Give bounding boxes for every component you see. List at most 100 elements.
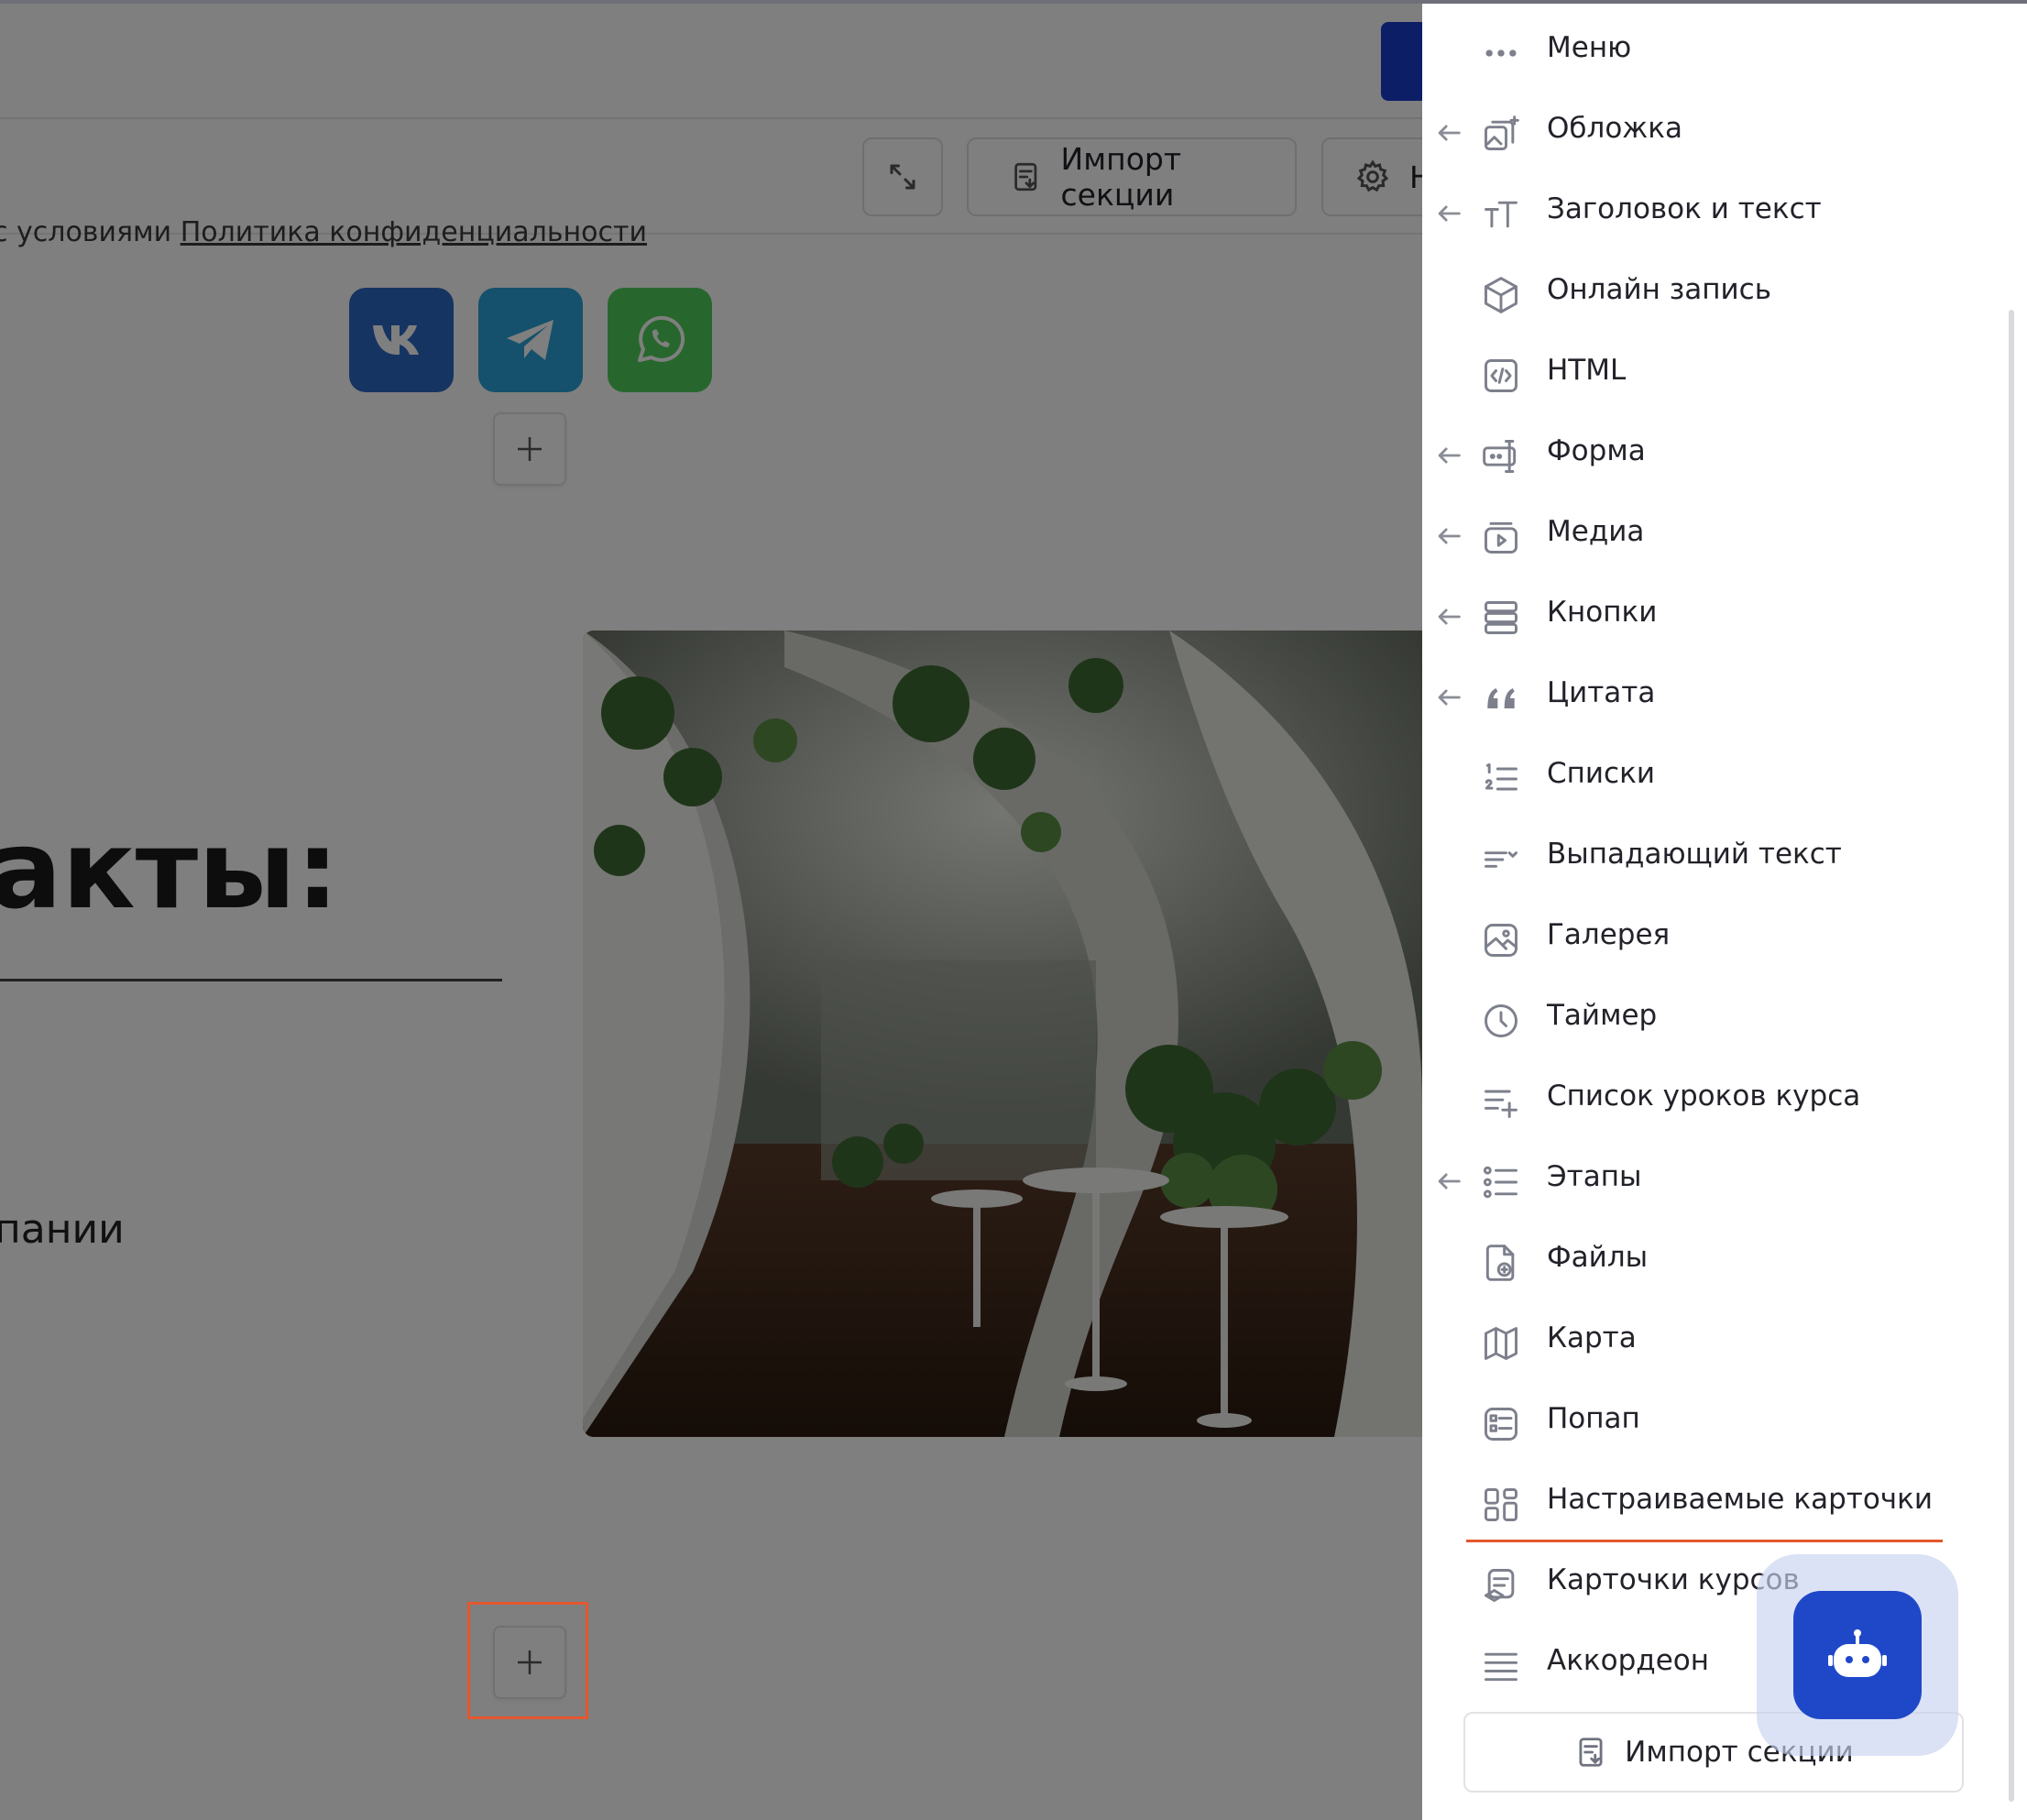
block-item-grid-cards[interactable]: Настраиваемые карточки: [1422, 1464, 2027, 1545]
import-icon: [1579, 1738, 1603, 1767]
import-icon: [1014, 162, 1037, 192]
arrow-left-icon: [1438, 1173, 1461, 1190]
quote-icon: [1481, 678, 1521, 718]
gallery-icon: [1481, 920, 1521, 960]
block-item-cover[interactable]: Обложка: [1422, 93, 2027, 174]
telegram-icon: [507, 320, 553, 360]
block-item-label: Файлы: [1547, 1241, 1649, 1274]
expand-section-button[interactable]: [862, 137, 943, 216]
grid-cards-icon: [1481, 1485, 1521, 1525]
block-item-label: Этапы: [1547, 1160, 1642, 1193]
cover-icon: [1481, 114, 1521, 154]
settings-label: Н: [1409, 159, 1422, 195]
privacy-prefix: с условиями: [0, 216, 181, 248]
lesson-list-icon: [1481, 1081, 1521, 1122]
top-edge-line: [0, 0, 2027, 4]
header-primary-button[interactable]: [1381, 22, 1422, 101]
section-settings-button[interactable]: Н: [1321, 137, 1422, 216]
panel-scrollbar[interactable]: [2009, 310, 2014, 1802]
block-item-lesson-list[interactable]: Список уроков курса: [1422, 1061, 2027, 1142]
block-item-clock[interactable]: Таймер: [1422, 981, 2027, 1061]
expand-icon: [890, 164, 915, 190]
telegram-social-button[interactable]: [478, 288, 583, 392]
whatsapp-icon: [638, 315, 685, 362]
vk-icon: [373, 325, 419, 355]
arrow-left-icon: [1438, 528, 1461, 544]
block-item-label: Карта: [1547, 1321, 1637, 1354]
arrow-left-icon: [1438, 447, 1461, 464]
plus-icon: [518, 437, 542, 461]
block-item-label: Заголовок и текст: [1547, 192, 1822, 225]
block-item-label: Цитата: [1547, 676, 1656, 709]
steps-icon: [1481, 1162, 1521, 1202]
media-icon: [1481, 517, 1521, 557]
block-item-label: Выпадающий текст: [1547, 838, 1842, 871]
assistant-bot-button[interactable]: [1793, 1591, 1922, 1719]
block-item-label: Список уроков курса: [1547, 1080, 1861, 1113]
html-code-icon: [1481, 356, 1521, 396]
dropdown-text-icon: [1481, 839, 1521, 880]
block-item-label: Медиа: [1547, 515, 1645, 548]
highlight-underline: [1466, 1540, 1943, 1542]
privacy-notice: с условиями Политика конфиденциальности: [0, 216, 647, 248]
form-icon: [1481, 436, 1521, 477]
block-item-label: Попап: [1547, 1402, 1640, 1435]
accordion-icon: [1481, 1646, 1521, 1686]
add-block-button[interactable]: [493, 412, 566, 486]
block-item-menu-dots[interactable]: Меню: [1422, 13, 2027, 93]
block-item-label: Аккордеон: [1547, 1644, 1710, 1677]
block-item-label: Галерея: [1547, 918, 1671, 951]
editor-canvas: Импорт секции Н с условиями Политика кон…: [0, 0, 1422, 1820]
block-item-label: Списки: [1547, 757, 1655, 790]
block-item-dropdown-text[interactable]: Выпадающий текст: [1422, 819, 2027, 900]
block-item-form[interactable]: Форма: [1422, 416, 2027, 497]
whatsapp-social-button[interactable]: [608, 288, 712, 392]
course-cards-icon: [1481, 1565, 1521, 1606]
focus-highlight: [467, 1602, 588, 1719]
buttons-icon: [1481, 598, 1521, 638]
toolbar-import-label: Импорт секции: [1060, 141, 1182, 213]
file-icon: [1481, 1243, 1521, 1283]
robot-icon: [1828, 1629, 1887, 1677]
arrow-left-icon: [1438, 205, 1461, 222]
block-item-map[interactable]: Карта: [1422, 1303, 2027, 1384]
clock-icon: [1481, 1001, 1521, 1041]
toolbar-import-section-button[interactable]: Импорт секции: [967, 137, 1297, 216]
block-item-media[interactable]: Медиа: [1422, 497, 2027, 577]
map-icon: [1481, 1323, 1521, 1364]
block-item-label: Онлайн запись: [1547, 273, 1771, 306]
text-size-icon: [1481, 194, 1521, 235]
block-item-label: Форма: [1547, 434, 1646, 467]
arrow-left-icon: [1438, 689, 1461, 706]
menu-dots-icon: [1481, 33, 1521, 73]
block-picker-panel: Меню Обложка Заголовок и текст Онлайн запис…: [1422, 0, 2027, 1820]
block-item-quote[interactable]: Цитата: [1422, 658, 2027, 739]
block-item-label: HTML: [1547, 354, 1627, 387]
cube-icon: [1481, 275, 1521, 315]
block-list: Меню Обложка Заголовок и текст Онлайн запис…: [1422, 13, 2027, 1706]
block-item-steps[interactable]: Этапы: [1422, 1142, 2027, 1222]
block-item-text-size[interactable]: Заголовок и текст: [1422, 174, 2027, 255]
block-item-label: Обложка: [1547, 112, 1682, 145]
office-photo: [583, 630, 1422, 1437]
block-item-label: Меню: [1547, 31, 1632, 64]
block-item-html-code[interactable]: HTML: [1422, 335, 2027, 416]
block-item-popup[interactable]: Попап: [1422, 1384, 2027, 1464]
heading-divider: [0, 979, 502, 981]
popup-icon: [1481, 1404, 1521, 1444]
arrow-left-icon: [1438, 125, 1461, 141]
vk-social-button[interactable]: [349, 288, 454, 392]
block-item-label: Таймер: [1547, 999, 1658, 1032]
block-item-cube[interactable]: Онлайн запись: [1422, 255, 2027, 335]
block-item-label: Кнопки: [1547, 596, 1658, 629]
editor-header: [0, 0, 1422, 119]
block-item-label: Настраиваемые карточки: [1547, 1483, 1933, 1516]
company-text: пании: [0, 1206, 125, 1253]
gear-icon: [1356, 159, 1389, 192]
block-item-numbered-list[interactable]: Списки: [1422, 739, 2027, 819]
block-item-buttons[interactable]: Кнопки: [1422, 577, 2027, 658]
privacy-policy-link[interactable]: Политика конфиденциальности: [181, 216, 647, 248]
block-item-file[interactable]: Файлы: [1422, 1222, 2027, 1303]
numbered-list-icon: [1481, 759, 1521, 799]
block-item-gallery[interactable]: Галерея: [1422, 900, 2027, 981]
